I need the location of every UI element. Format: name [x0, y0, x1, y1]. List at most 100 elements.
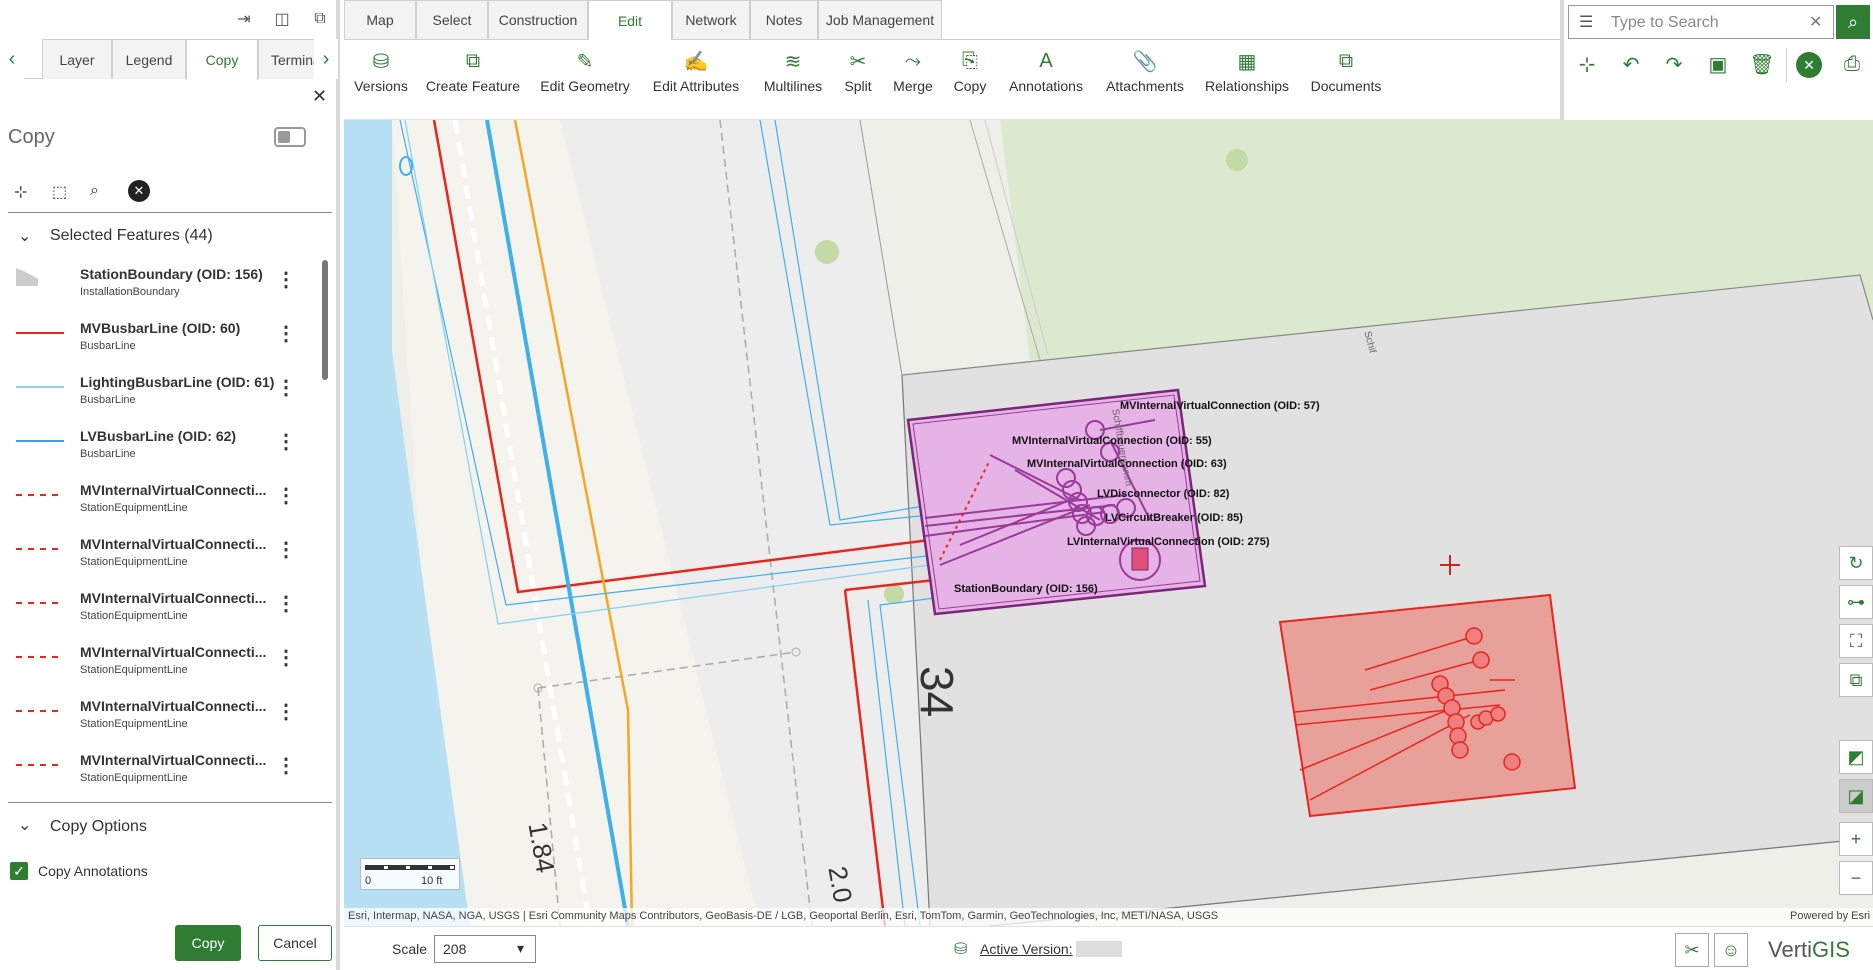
feature-list-item[interactable]: MVInternalVirtualConnecti... StationEquip…	[0, 472, 318, 526]
basemap-icon[interactable]: ◩	[1839, 740, 1873, 774]
edit-attributes-button[interactable]: ✍ Edit Attributes	[646, 48, 746, 100]
more-options-icon[interactable]: ⋮	[276, 593, 296, 615]
tab-map[interactable]: Map	[344, 0, 416, 40]
more-options-icon[interactable]: ⋮	[276, 323, 296, 345]
feature-list-item[interactable]: MVInternalVirtualConnecti... StationEquip…	[0, 634, 318, 688]
clear-selection-icon[interactable]: ✕	[128, 180, 150, 202]
tab-edit[interactable]: Edit	[588, 0, 672, 40]
map-label-oid-55: MVInternalVirtualConnection (OID: 55)	[1012, 435, 1212, 447]
feature-type: BusbarLine	[80, 340, 136, 352]
chevron-down-icon[interactable]: ⌄	[18, 815, 31, 835]
feature-list-item[interactable]: MVInternalVirtualConnecti... StationEquip…	[0, 688, 318, 742]
save-icon[interactable]: ▣	[1702, 48, 1734, 80]
powered-by[interactable]: Powered by Esri	[1790, 910, 1870, 922]
feature-list-item[interactable]: MVBusbarLine (OID: 60) BusbarLine ⋮	[0, 310, 318, 364]
tab-network[interactable]: Network	[672, 0, 750, 40]
more-options-icon[interactable]: ⋮	[276, 539, 296, 561]
tab-terminal[interactable]: Termina	[258, 39, 320, 79]
create-feature-icon: ⧉	[465, 49, 481, 72]
search-input[interactable]: ☰ Type to Search ✕	[1568, 5, 1834, 39]
more-options-icon[interactable]: ⋮	[276, 755, 296, 777]
annotations-button[interactable]: A Annotations	[1002, 48, 1090, 100]
divider	[8, 802, 332, 803]
copy-tool-button[interactable]: ⎘ Copy	[948, 48, 992, 100]
feature-list-item[interactable]: StationBoundary (OID: 156) InstallationBo…	[0, 256, 318, 310]
more-options-icon[interactable]: ⋮	[276, 647, 296, 669]
redo-icon[interactable]: ↷	[1658, 48, 1690, 80]
zoom-in-icon[interactable]: +	[1839, 822, 1873, 856]
user-icon[interactable]: ☺	[1714, 933, 1748, 967]
tab-job-management[interactable]: Job Management	[818, 0, 942, 40]
tab-legend[interactable]: Legend	[112, 39, 186, 79]
select-by-rectangle-icon[interactable]: ⬚	[52, 182, 76, 204]
more-options-icon[interactable]: ⋮	[276, 485, 296, 507]
search-icon[interactable]: ⌕	[1836, 5, 1870, 39]
dock-left-icon[interactable]: ⇥	[232, 8, 256, 30]
print-icon[interactable]: ⎙	[1836, 48, 1868, 80]
split-panel-icon[interactable]: ◫	[270, 8, 294, 30]
more-options-icon[interactable]: ⋮	[276, 269, 296, 291]
feature-name: LightingBusbarLine (OID: 61)	[80, 374, 275, 390]
map-label-oid-57: MVInternalVirtualConnection (OID: 57)	[1120, 400, 1320, 412]
active-version-value	[1076, 941, 1122, 957]
relationships-button[interactable]: ▦ Relationships	[1200, 48, 1294, 100]
merge-button[interactable]: ⤳ Merge	[886, 48, 940, 100]
zoom-out-icon[interactable]: −	[1839, 861, 1873, 895]
versions-button[interactable]: ⛁ Versions	[350, 48, 412, 100]
tab-select[interactable]: Select	[416, 0, 488, 40]
tab-construction[interactable]: Construction	[488, 0, 588, 40]
multilines-button[interactable]: ≋ Multilines	[756, 48, 830, 100]
feature-symbol-icon	[16, 268, 38, 286]
tab-notes[interactable]: Notes	[750, 0, 818, 40]
more-options-icon[interactable]: ⋮	[276, 377, 296, 399]
documents-button[interactable]: ⧉ Documents	[1306, 48, 1386, 100]
tab-copy[interactable]: Copy	[186, 39, 258, 80]
close-icon[interactable]: ✕	[312, 86, 327, 107]
tools-icon[interactable]: ✂	[1675, 933, 1709, 967]
feature-symbol-icon	[16, 764, 64, 766]
copy-button[interactable]: Copy	[175, 925, 241, 961]
selected-features-header[interactable]: Selected Features (44)	[50, 227, 213, 245]
feature-symbol-icon	[16, 710, 64, 712]
more-options-icon[interactable]: ⋮	[276, 431, 296, 453]
cancel-edit-icon[interactable]: ✕	[1796, 52, 1822, 78]
clear-search-icon[interactable]: ✕	[1809, 12, 1822, 32]
scrollbar[interactable]	[322, 260, 328, 380]
attachments-button[interactable]: 📎 Attachments	[1100, 48, 1190, 100]
feature-list-item[interactable]: LightingBusbarLine (OID: 61) BusbarLine ⋮	[0, 364, 318, 418]
discard-icon[interactable]: 🗑	[1746, 48, 1778, 80]
tab-scroll-left-icon[interactable]: ‹	[0, 39, 24, 79]
feature-list-item[interactable]: MVInternalVirtualConnecti... StationEquip…	[0, 526, 318, 580]
map-label-oid-275: LVInternalVirtualConnection (OID: 275)	[1067, 536, 1270, 548]
scale-select[interactable]: 208 ▾	[434, 935, 536, 963]
feature-list-item[interactable]: LVBusbarLine (OID: 62) BusbarLine ⋮	[0, 418, 318, 472]
snapping-icon[interactable]: ⊶	[1839, 585, 1873, 619]
create-feature-button[interactable]: ⧉ Create Feature	[422, 48, 524, 100]
zoom-select-icon[interactable]: ⌕	[90, 182, 114, 204]
cancel-button[interactable]: Cancel	[258, 925, 332, 961]
edit-geometry-icon: ✎	[576, 50, 594, 73]
feature-list-item[interactable]: MVInternalVirtualConnecti... StationEquip…	[0, 742, 318, 796]
documents-icon: ⧉	[1338, 49, 1354, 72]
tab-scroll-right-icon[interactable]: ›	[314, 39, 338, 79]
feature-list-item[interactable]: MVInternalVirtualConnecti... StationEquip…	[0, 580, 318, 634]
split-button[interactable]: ✂ Split	[838, 48, 878, 100]
zoom-selection-icon[interactable]: ⛶	[1839, 624, 1873, 658]
copy-annotations-checkbox[interactable]: ✓	[10, 862, 28, 880]
filter-icon[interactable]: ☰	[1579, 12, 1593, 32]
toggle-switch[interactable]	[274, 127, 306, 147]
active-version-link[interactable]: Active Version:	[980, 941, 1073, 957]
edit-geometry-button[interactable]: ✎ Edit Geometry	[536, 48, 634, 100]
refresh-icon[interactable]: ↻	[1839, 546, 1873, 580]
map-view[interactable]: Schiffbauerdamm Schif MVInternalVirtualC…	[344, 120, 1873, 926]
tab-layer[interactable]: Layer	[42, 39, 112, 79]
copy-options-header[interactable]: Copy Options	[50, 818, 147, 836]
add-list-icon[interactable]: ⊹	[1571, 48, 1603, 80]
basemap-alt-icon[interactable]: ◪	[1839, 779, 1873, 813]
undo-icon[interactable]: ↶	[1615, 48, 1647, 80]
add-select-icon[interactable]: ⊹	[14, 182, 38, 204]
popout-icon[interactable]: ⧉	[308, 8, 332, 30]
chevron-down-icon[interactable]: ⌄	[18, 226, 31, 246]
map-layers-icon[interactable]: ⧉	[1839, 663, 1873, 697]
more-options-icon[interactable]: ⋮	[276, 701, 296, 723]
